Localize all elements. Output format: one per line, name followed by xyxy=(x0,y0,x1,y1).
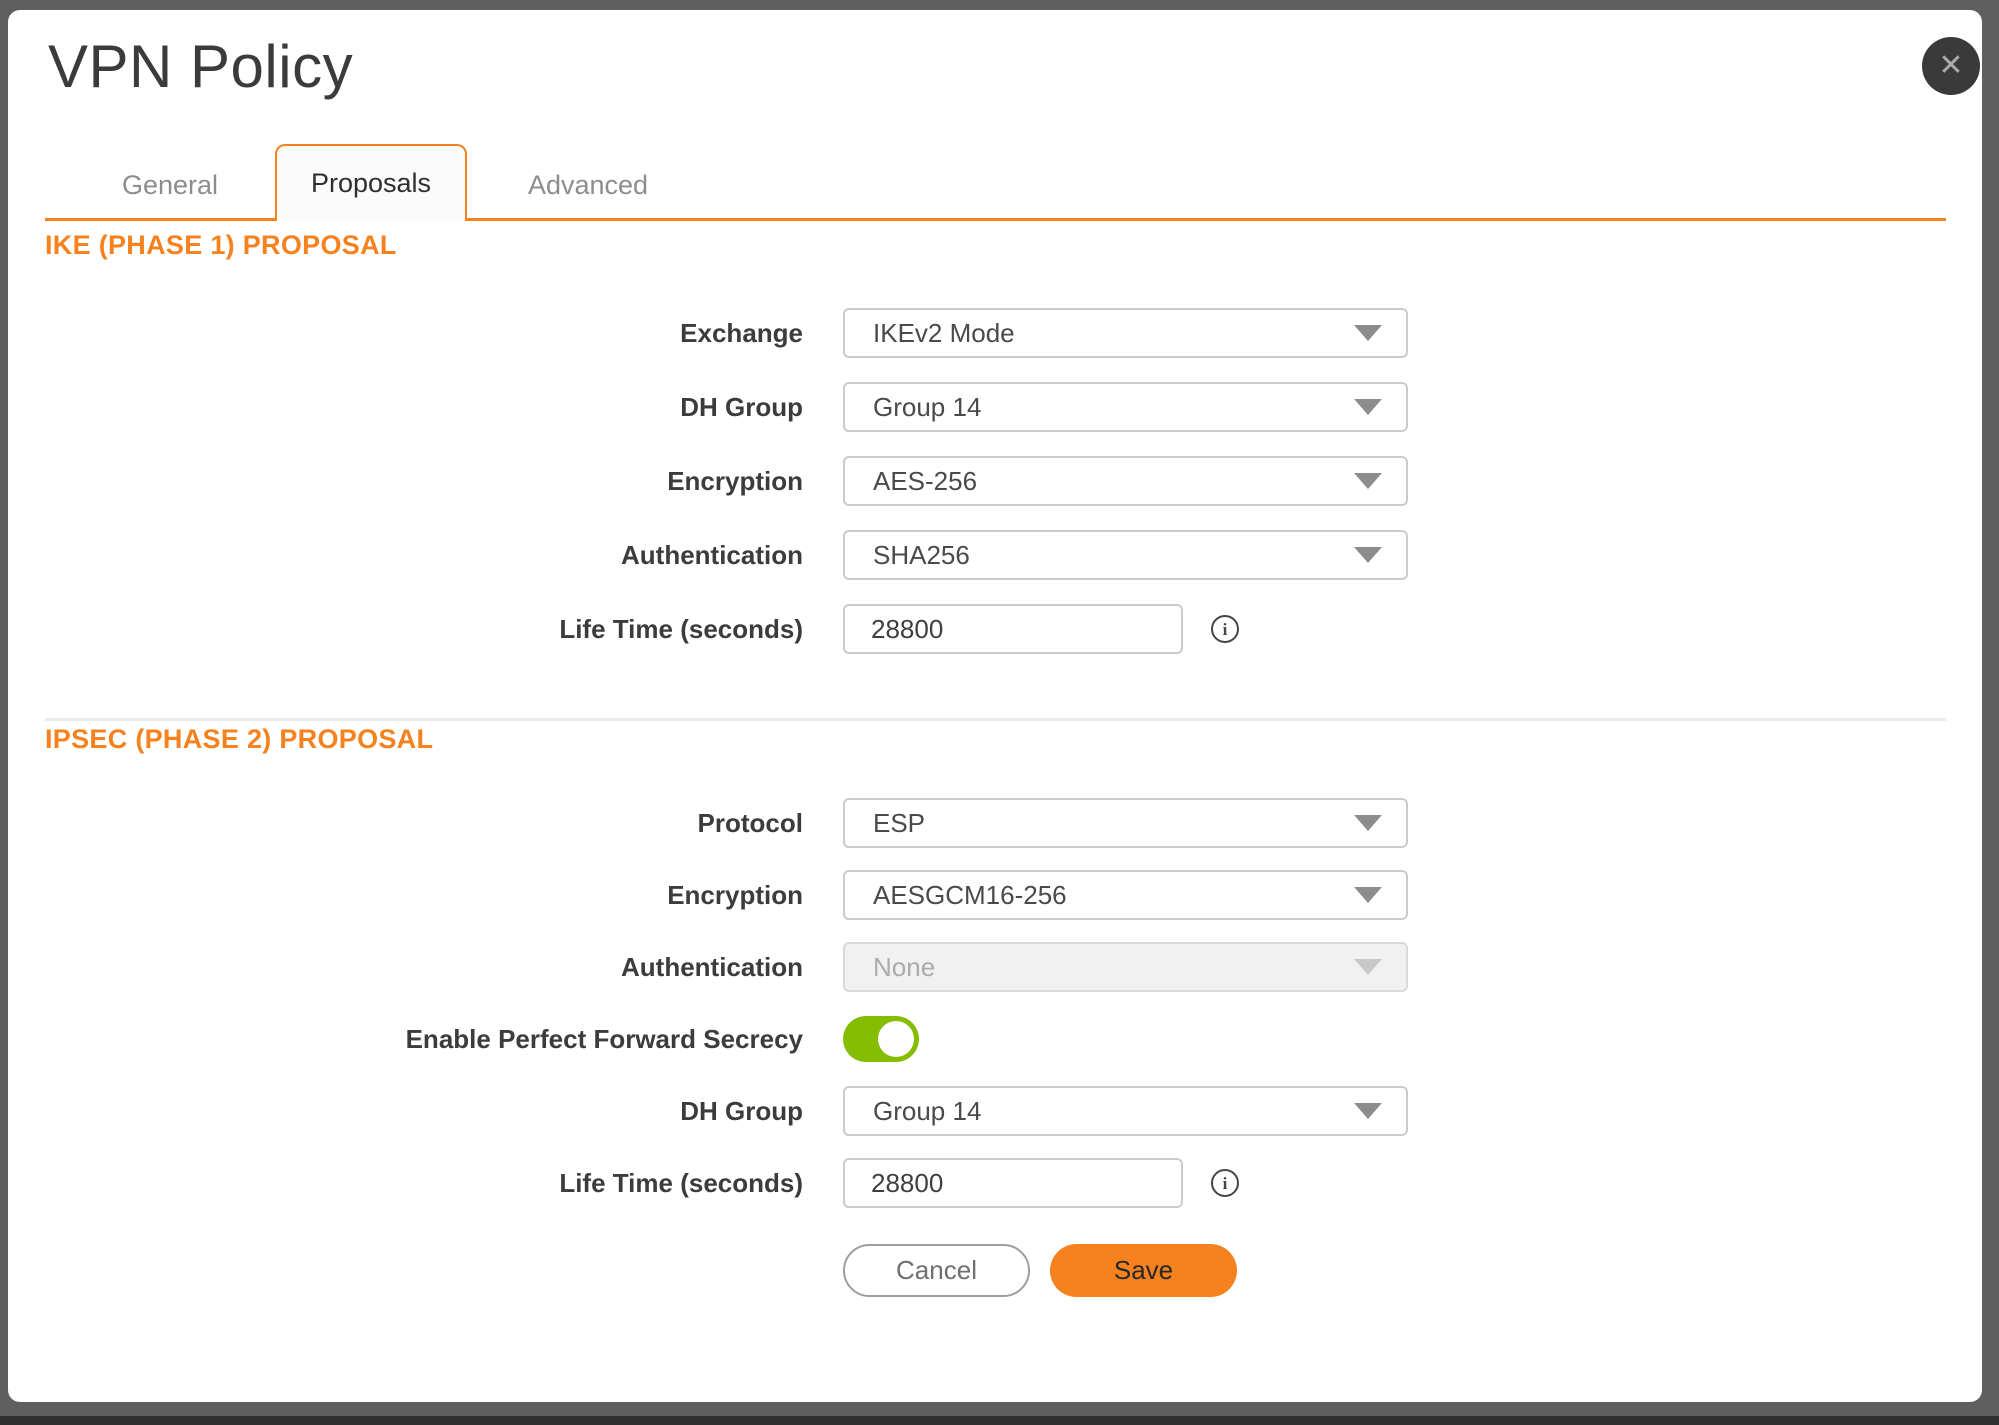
cancel-button-label: Cancel xyxy=(896,1255,977,1286)
life-time-input[interactable] xyxy=(843,604,1183,654)
cancel-button[interactable]: Cancel xyxy=(843,1244,1030,1297)
ipsec-life-time-input[interactable] xyxy=(843,1158,1183,1208)
authentication-row: Authentication SHA256 xyxy=(45,530,1408,580)
exchange-dropdown[interactable]: IKEv2 Mode xyxy=(843,308,1408,358)
authentication-label: Authentication xyxy=(45,540,803,571)
chevron-down-icon xyxy=(1354,887,1382,903)
authentication-value: SHA256 xyxy=(845,540,970,571)
protocol-value: ESP xyxy=(845,808,925,839)
ipsec-encryption-row: Encryption AESGCM16-256 xyxy=(45,870,1408,920)
info-icon[interactable]: i xyxy=(1211,1169,1239,1197)
toggle-knob xyxy=(878,1021,914,1057)
ipsec-authentication-label: Authentication xyxy=(45,952,803,983)
chevron-down-icon xyxy=(1354,325,1382,341)
ipsec-dh-group-row: DH Group Group 14 xyxy=(45,1086,1408,1136)
tab-general-label: General xyxy=(122,170,218,200)
encryption-label: Encryption xyxy=(45,466,803,497)
ipsec-authentication-value: None xyxy=(845,952,935,983)
exchange-value: IKEv2 Mode xyxy=(845,318,1015,349)
life-time-label: Life Time (seconds) xyxy=(45,614,803,645)
life-time-row: Life Time (seconds) i xyxy=(45,604,1408,654)
protocol-dropdown[interactable]: ESP xyxy=(843,798,1408,848)
chevron-down-icon xyxy=(1354,959,1382,975)
encryption-dropdown[interactable]: AES-256 xyxy=(843,456,1408,506)
tab-advanced[interactable]: Advanced xyxy=(498,160,678,210)
tab-general[interactable]: General xyxy=(80,160,260,210)
dh-group-row: DH Group Group 14 xyxy=(45,382,1408,432)
ipsec-encryption-label: Encryption xyxy=(45,880,803,911)
chevron-down-icon xyxy=(1354,547,1382,563)
section-divider xyxy=(45,718,1946,721)
chevron-down-icon xyxy=(1354,1103,1382,1119)
pfs-row: Enable Perfect Forward Secrecy xyxy=(45,1014,1408,1064)
ipsec-dh-group-label: DH Group xyxy=(45,1096,803,1127)
ipsec-dh-group-dropdown[interactable]: Group 14 xyxy=(843,1086,1408,1136)
info-icon-glyph: i xyxy=(1223,621,1228,638)
save-button-label: Save xyxy=(1114,1255,1173,1286)
ike-section-heading: IKE (PHASE 1) PROPOSAL xyxy=(45,230,397,261)
page-title: VPN Policy xyxy=(48,32,353,101)
screen: VPN Policy General Proposals Advanced IK… xyxy=(0,0,1999,1425)
ipsec-section-heading: IPSEC (PHASE 2) PROPOSAL xyxy=(45,724,433,755)
ipsec-encryption-dropdown[interactable]: AESGCM16-256 xyxy=(843,870,1408,920)
pfs-label: Enable Perfect Forward Secrecy xyxy=(45,1024,803,1055)
info-icon-glyph: i xyxy=(1223,1175,1228,1192)
ike-form: Exchange IKEv2 Mode DH Group Group 14 En… xyxy=(45,308,1408,654)
dh-group-dropdown[interactable]: Group 14 xyxy=(843,382,1408,432)
info-icon[interactable]: i xyxy=(1211,615,1239,643)
ipsec-authentication-dropdown: None xyxy=(843,942,1408,992)
chevron-down-icon xyxy=(1354,815,1382,831)
ipsec-form: Protocol ESP Encryption AESGCM16-256 Aut… xyxy=(45,798,1408,1208)
protocol-label: Protocol xyxy=(45,808,803,839)
protocol-row: Protocol ESP xyxy=(45,798,1408,848)
save-button[interactable]: Save xyxy=(1050,1244,1237,1297)
ipsec-life-time-row: Life Time (seconds) i xyxy=(45,1158,1408,1208)
ipsec-dh-group-value: Group 14 xyxy=(845,1096,981,1127)
tab-advanced-label: Advanced xyxy=(528,170,648,200)
exchange-label: Exchange xyxy=(45,318,803,349)
tab-proposals[interactable]: Proposals xyxy=(275,144,467,221)
exchange-row: Exchange IKEv2 Mode xyxy=(45,308,1408,358)
ipsec-life-time-label: Life Time (seconds) xyxy=(45,1168,803,1199)
vpn-policy-dialog: VPN Policy General Proposals Advanced IK… xyxy=(8,10,1982,1402)
ipsec-encryption-value: AESGCM16-256 xyxy=(845,880,1067,911)
pfs-toggle[interactable] xyxy=(843,1016,919,1062)
close-button[interactable]: ✕ xyxy=(1922,37,1980,95)
window-frame-bottom xyxy=(0,1416,1999,1425)
tab-proposals-label: Proposals xyxy=(311,168,431,199)
dh-group-label: DH Group xyxy=(45,392,803,423)
chevron-down-icon xyxy=(1354,399,1382,415)
encryption-row: Encryption AES-256 xyxy=(45,456,1408,506)
ipsec-authentication-row: Authentication None xyxy=(45,942,1408,992)
close-icon: ✕ xyxy=(1938,51,1963,81)
encryption-value: AES-256 xyxy=(845,466,977,497)
dh-group-value: Group 14 xyxy=(845,392,981,423)
authentication-dropdown[interactable]: SHA256 xyxy=(843,530,1408,580)
chevron-down-icon xyxy=(1354,473,1382,489)
